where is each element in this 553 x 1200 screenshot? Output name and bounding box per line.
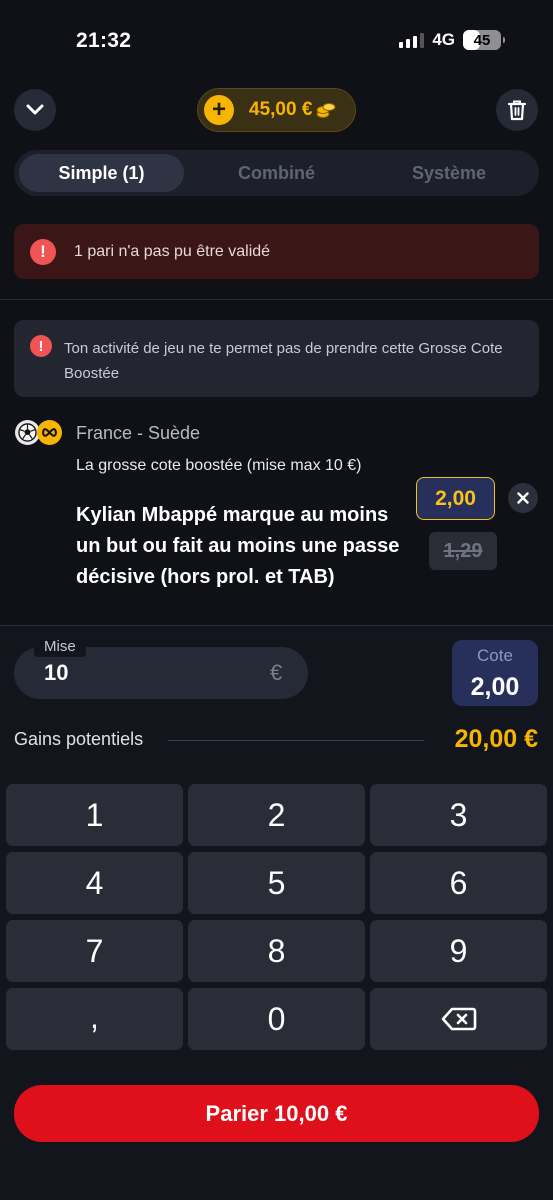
place-bet-button[interactable]: Parier 10,00 €: [14, 1085, 539, 1142]
balance-amount: 45,00 €: [249, 99, 313, 120]
collapse-button[interactable]: [14, 89, 56, 131]
keypad-key-2[interactable]: 2: [188, 784, 365, 846]
total-odds-box: Cote 2,00: [452, 640, 538, 706]
keypad-key-3[interactable]: 3: [370, 784, 547, 846]
status-bar: 21:32 4G 45: [0, 0, 553, 80]
battery-icon: 45: [463, 30, 505, 50]
keypad-key-6[interactable]: 6: [370, 852, 547, 914]
keypad-backspace-button[interactable]: [370, 988, 547, 1050]
keypad-key-5[interactable]: 5: [188, 852, 365, 914]
tab-simple[interactable]: Simple (1): [19, 154, 184, 192]
chevron-down-icon: [26, 104, 44, 115]
boost-icon: [37, 420, 62, 445]
keypad-key-9[interactable]: 9: [370, 920, 547, 982]
total-odds-value: 2,00: [470, 673, 520, 701]
currency-symbol: €: [270, 660, 283, 685]
coins-icon: [316, 103, 336, 118]
network-type: 4G: [432, 30, 455, 49]
tab-systeme[interactable]: Système: [374, 150, 524, 196]
warning-message: Ton activité de jeu ne te permet pas de …: [64, 340, 503, 382]
error-banner: ! 1 pari n'a pas pu être validé: [14, 224, 539, 279]
trash-icon: [507, 100, 527, 121]
balance-pill[interactable]: + 45,00 €: [197, 88, 356, 132]
market-name: La grosse cote boostée (mise max 10 €): [76, 457, 362, 474]
exclamation-icon: !: [30, 238, 56, 265]
divider: [0, 299, 553, 300]
remove-selection-button[interactable]: [508, 483, 538, 513]
keypad-key-0[interactable]: 0: [188, 988, 365, 1050]
potential-gains-value: 20,00 €: [454, 725, 538, 753]
boosted-odds: 2,00: [416, 477, 495, 520]
sport-icons: [15, 420, 62, 445]
potential-gains-label: Gains potentiels: [14, 729, 144, 749]
error-message: 1 pari n'a pas pu être validé: [74, 242, 271, 260]
exclamation-icon: !: [30, 335, 52, 357]
bet-type-tabs: Simple (1) Combiné Système: [14, 150, 539, 196]
potential-gains-leader-line: [168, 740, 424, 741]
backspace-icon: [441, 1007, 476, 1031]
keypad-key-4[interactable]: 4: [6, 852, 183, 914]
keypad-key-1[interactable]: 1: [6, 784, 183, 846]
status-indicators: 4G 45: [399, 30, 505, 50]
status-time: 21:32: [76, 29, 132, 52]
keypad-key-comma[interactable]: ,: [6, 988, 183, 1050]
stake-label: Mise: [34, 636, 86, 657]
divider: [0, 625, 553, 626]
keypad-key-7[interactable]: 7: [6, 920, 183, 982]
signal-icon: [399, 32, 425, 48]
clear-betslip-button[interactable]: [496, 89, 538, 131]
plus-icon[interactable]: +: [204, 95, 234, 125]
battery-level: 45: [473, 31, 491, 49]
warning-card: ! Ton activité de jeu ne te permet pas d…: [14, 320, 539, 397]
keypad-key-8[interactable]: 8: [188, 920, 365, 982]
tab-combine[interactable]: Combiné: [204, 150, 349, 196]
original-odds: 1,29: [429, 532, 497, 570]
close-icon: [517, 492, 529, 504]
total-odds-label: Cote: [477, 646, 513, 665]
selection-name: Kylian Mbappé marque au moins un but ou …: [76, 504, 400, 588]
match-name[interactable]: France - Suède: [76, 423, 200, 444]
stake-value[interactable]: 10: [44, 660, 68, 686]
